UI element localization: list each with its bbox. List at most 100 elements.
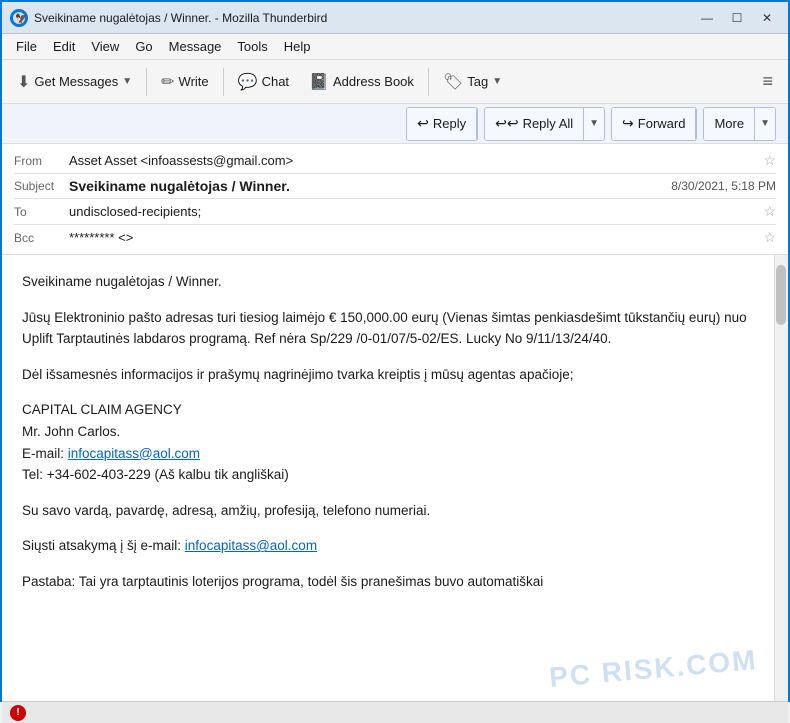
forward-split-button: ↪ Forward (611, 107, 697, 141)
email-body: Sveikiname nugalėtojas / Winner. Jūsų El… (22, 271, 764, 593)
menu-file[interactable]: File (8, 37, 45, 56)
chat-label: Chat (262, 74, 289, 89)
tag-dropdown-icon: ▼ (492, 76, 502, 87)
statusbar-icon: ! (10, 705, 26, 721)
header-divider-3 (14, 224, 776, 225)
header-divider-2 (14, 198, 776, 199)
more-dropdown[interactable]: ▼ (755, 108, 775, 140)
email-contact-row: E-mail: infocapitass@aol.com (22, 443, 764, 465)
window-title: Sveikiname nugalėtojas / Winner. - Mozil… (34, 11, 694, 25)
menu-tools[interactable]: Tools (229, 37, 275, 56)
chat-icon: 💬 (238, 72, 258, 92)
address-book-button[interactable]: 📓 Address Book (300, 65, 423, 99)
svg-text:🦅: 🦅 (15, 12, 26, 25)
toolbar-sep-1 (146, 68, 147, 96)
reply-all-dropdown[interactable]: ▼ (584, 108, 604, 140)
hamburger-menu-button[interactable]: ≡ (753, 65, 782, 99)
email-body-area: Sveikiname nugalėtojas / Winner. Jūsų El… (2, 255, 788, 701)
statusbar: ! (2, 701, 788, 723)
tag-icon: 🏷 (443, 72, 463, 92)
email-greeting: Sveikiname nugalėtojas / Winner. (22, 271, 764, 293)
tel-row: Tel: +34-602-403-229 (Aš kalbu tik angli… (22, 464, 764, 486)
from-label: From (14, 154, 69, 168)
write-icon: ✏ (161, 72, 174, 92)
main-toolbar: ⬇ Get Messages ▼ ✏ Write 💬 Chat 📓 Addres… (2, 60, 788, 104)
email-paragraph2: Dėl išsamesnės informacijos ir prašymų n… (22, 364, 764, 386)
menu-view[interactable]: View (83, 37, 127, 56)
watermark: PC RISK.COM (548, 644, 759, 694)
close-button[interactable]: ✕ (754, 7, 780, 29)
header-divider-1 (14, 173, 776, 174)
to-star-icon[interactable]: ☆ (763, 203, 776, 220)
menubar: File Edit View Go Message Tools Help (2, 34, 788, 60)
menu-edit[interactable]: Edit (45, 37, 83, 56)
chat-button[interactable]: 💬 Chat (229, 65, 298, 99)
toolbar-sep-3 (428, 68, 429, 96)
send-label: Siųsti atsakymą į šį e-mail: (22, 538, 185, 553)
get-messages-label: Get Messages (34, 74, 118, 89)
bcc-label: Bcc (14, 231, 69, 245)
scrollbar-thumb[interactable] (776, 265, 786, 325)
email-body-scroll[interactable]: Sveikiname nugalėtojas / Winner. Jūsų El… (2, 255, 788, 701)
more-label: More (714, 116, 744, 131)
email-send-row: Siųsti atsakymą į šį e-mail: infocapitas… (22, 535, 764, 557)
subject-row: Subject Sveikiname nugalėtojas / Winner.… (14, 176, 776, 196)
reply-button[interactable]: ↩ Reply (407, 108, 477, 140)
email-paragraph1: Jūsų Elektroninio pašto adresas turi tie… (22, 307, 764, 350)
subject-label: Subject (14, 179, 69, 193)
from-star-icon[interactable]: ☆ (763, 152, 776, 169)
agency-name: CAPITAL CLAIM AGENCY (22, 399, 764, 421)
reply-all-label: Reply All (523, 116, 574, 131)
email-paragraph3: Su savo vardą, pavardę, adresą, amžių, p… (22, 500, 764, 522)
agency-block: CAPITAL CLAIM AGENCY Mr. John Carlos. E-… (22, 399, 764, 485)
action-toolbar: ↩ Reply ↩↩ Reply All ▼ ↪ Forward More ▼ (2, 104, 788, 144)
forward-button[interactable]: ↪ Forward (612, 108, 696, 140)
reply-split-button: ↩ Reply (406, 107, 478, 141)
toolbar-sep-2 (223, 68, 224, 96)
forward-label: Forward (638, 116, 686, 131)
email-date: 8/30/2021, 5:18 PM (671, 179, 776, 193)
bcc-star-icon[interactable]: ☆ (763, 229, 776, 246)
tag-label: Tag (467, 74, 488, 89)
reply-label: Reply (433, 116, 466, 131)
email-header: From Asset Asset <infoassests@gmail.com>… (2, 144, 788, 255)
titlebar: 🦅 Sveikiname nugalėtojas / Winner. - Moz… (2, 2, 788, 34)
window-controls: — ☐ ✕ (694, 7, 780, 29)
address-book-label: Address Book (333, 74, 414, 89)
get-messages-button[interactable]: ⬇ Get Messages ▼ (8, 65, 141, 99)
more-split-button: More ▼ (703, 107, 776, 141)
reply-icon: ↩ (417, 115, 429, 132)
address-book-icon: 📓 (309, 72, 329, 92)
bcc-value: ********* <> (69, 230, 757, 245)
to-row: To undisclosed-recipients; ☆ (14, 201, 776, 222)
scrollbar-track[interactable] (774, 255, 788, 701)
email-paragraph4: Pastaba: Tai yra tarptautinis loterijos … (22, 571, 764, 593)
bcc-row: Bcc ********* <> ☆ (14, 227, 776, 248)
subject-value: Sveikiname nugalėtojas / Winner. (69, 178, 671, 194)
send-email-link[interactable]: infocapitass@aol.com (185, 538, 317, 553)
menu-help[interactable]: Help (276, 37, 319, 56)
reply-all-split-button: ↩↩ Reply All ▼ (484, 107, 605, 141)
email-contact-label: E-mail: (22, 446, 68, 461)
from-row: From Asset Asset <infoassests@gmail.com>… (14, 150, 776, 171)
agent-name: Mr. John Carlos. (22, 421, 764, 443)
maximize-button[interactable]: ☐ (724, 7, 750, 29)
tag-button[interactable]: 🏷 Tag ▼ (434, 65, 511, 99)
menu-go[interactable]: Go (127, 37, 160, 56)
menu-message[interactable]: Message (161, 37, 230, 56)
reply-all-button[interactable]: ↩↩ Reply All (485, 108, 584, 140)
write-button[interactable]: ✏ Write (152, 65, 218, 99)
to-label: To (14, 205, 69, 219)
write-label: Write (179, 74, 209, 89)
more-button[interactable]: More (704, 108, 755, 140)
minimize-button[interactable]: — (694, 7, 720, 29)
email-contact-link[interactable]: infocapitass@aol.com (68, 446, 200, 461)
get-messages-icon: ⬇ (17, 72, 30, 92)
forward-icon: ↪ (622, 115, 634, 132)
get-messages-dropdown-icon: ▼ (122, 76, 132, 87)
app-icon: 🦅 (10, 9, 28, 27)
statusbar-icon-label: ! (16, 707, 19, 718)
reply-all-icon: ↩↩ (495, 115, 518, 132)
to-value: undisclosed-recipients; (69, 204, 757, 219)
from-value: Asset Asset <infoassests@gmail.com> (69, 153, 757, 168)
